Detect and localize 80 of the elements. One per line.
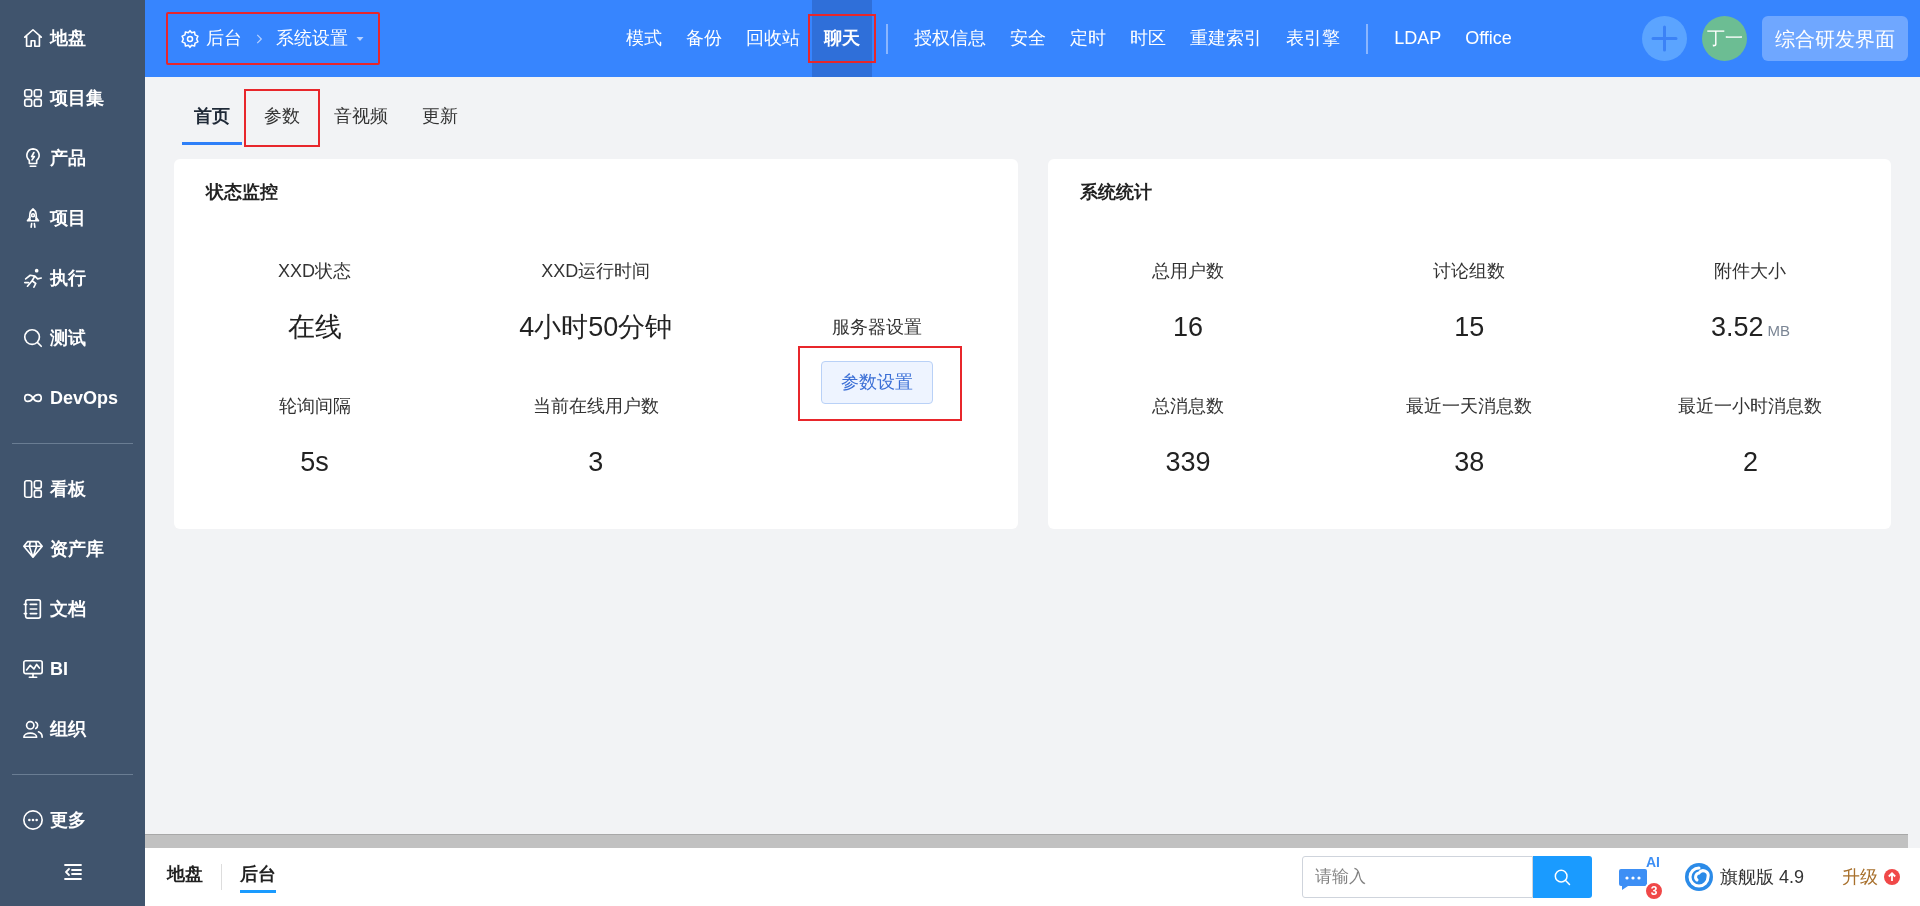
metric-value: 38 [1454,445,1485,479]
horizontal-scrollbar[interactable] [145,834,1908,848]
board-icon [22,478,44,500]
metric-label: 总消息数 [1152,394,1225,418]
more-icon [22,809,44,831]
breadcrumb-link[interactable]: 后台 [180,25,242,52]
tab[interactable]: 音视频 [322,99,400,145]
tab[interactable]: 更新 [410,99,470,145]
nav-link[interactable]: 时区 [1118,0,1179,77]
nav-link[interactable]: 授权信息 [902,0,999,77]
metric-label: 讨论组数 [1433,260,1506,283]
metric-label: 服务器设置 [831,316,922,339]
search-button[interactable] [1532,856,1592,898]
sidebar-item[interactable]: 地盘 [0,8,145,68]
nav-link[interactable]: 安全 [998,0,1059,77]
grid-icon [22,87,44,109]
parameter-settings-button[interactable]: 参数设置 [820,361,933,404]
metric-label: 当前在线用户数 [532,394,659,418]
search-field[interactable]: 请输入 [1301,856,1533,898]
people-icon [22,718,44,740]
nav-link[interactable]: Office [1453,0,1524,77]
nav-link[interactable]: LDAP [1382,0,1454,77]
sidebar-item[interactable]: 看板 [0,459,145,519]
sidebar-item[interactable]: 资产库 [0,519,145,579]
monitor-chart-icon [22,658,44,680]
metric-value: 3 [588,445,604,479]
metric-value: 15 [1454,311,1485,344]
diamond-icon [22,538,44,560]
sidebar-item[interactable]: 项目集 [0,68,145,128]
breadcrumb-dropdown[interactable]: 系统设置 [276,25,366,52]
sidebar-item[interactable]: 测试 [0,308,145,368]
chat-bubble-icon [1617,867,1648,891]
upgrade-link[interactable]: 升级 [1842,863,1900,891]
metric-value: 339 [1165,445,1211,479]
nav-link[interactable]: 回收站 [734,0,813,77]
metric-label: 附件大小 [1714,260,1787,283]
metric-label: 最近一小时消息数 [1678,394,1823,418]
search-icon [22,327,44,349]
tab[interactable]: 参数 [252,99,312,145]
metric-value: 2 [1742,445,1758,479]
sidebar-item[interactable]: 更多 [0,790,145,850]
edition-label: 旗舰版 4.9 [1719,865,1804,889]
nav-link[interactable]: 表引擎 [1274,0,1353,77]
sidebar-item[interactable]: BI [0,639,145,699]
card-title: 系统统计 [1079,181,1152,204]
card-title: 状态监控 [206,181,278,204]
metric-label: XXD状态 [278,260,352,283]
sidebar-item[interactable]: 文档 [0,579,145,639]
metric-label: 轮询间隔 [278,394,351,418]
tab[interactable]: 首页 [182,99,242,145]
metric-value: 16 [1173,311,1204,344]
sidebar-item[interactable]: 组织 [0,699,145,759]
metric-label: XXD运行时间 [541,260,651,283]
nav-link[interactable]: 模式 [614,0,675,77]
sidebar-item[interactable]: 项目 [0,188,145,248]
nav-link[interactable]: 重建索引 [1178,0,1275,77]
metric-value: 4小时50分钟 [519,311,673,344]
bottom-tab[interactable]: 地盘 [167,861,203,893]
home-icon [22,27,44,49]
sidebar-item[interactable]: 执行 [0,248,145,308]
metric-label: 总用户数 [1152,260,1225,283]
metric-value: 在线 [287,311,342,344]
metric-label: 最近一天消息数 [1406,394,1533,418]
running-person-icon [22,267,44,289]
add-button[interactable] [1642,16,1687,61]
document-icon [22,598,44,620]
notification-badge: 3 [1643,881,1664,901]
metric-value: 5s [300,445,329,479]
bottom-tab[interactable]: 后台 [240,861,276,893]
settings-icon [180,28,200,49]
arrow-up-icon [1884,869,1900,885]
sidebar-item[interactable]: DevOps [0,368,145,428]
nav-link[interactable]: 定时 [1058,0,1119,77]
metric-value: 3.52 [1710,311,1764,344]
nav-link[interactable]: 聊天 [812,0,873,77]
search-icon [1552,867,1573,887]
metric-unit: MB [1767,321,1790,341]
nav-link[interactable]: 备份 [674,0,735,77]
swirl-logo-icon [1683,862,1714,892]
sidebar-item[interactable]: 产品 [0,128,145,188]
